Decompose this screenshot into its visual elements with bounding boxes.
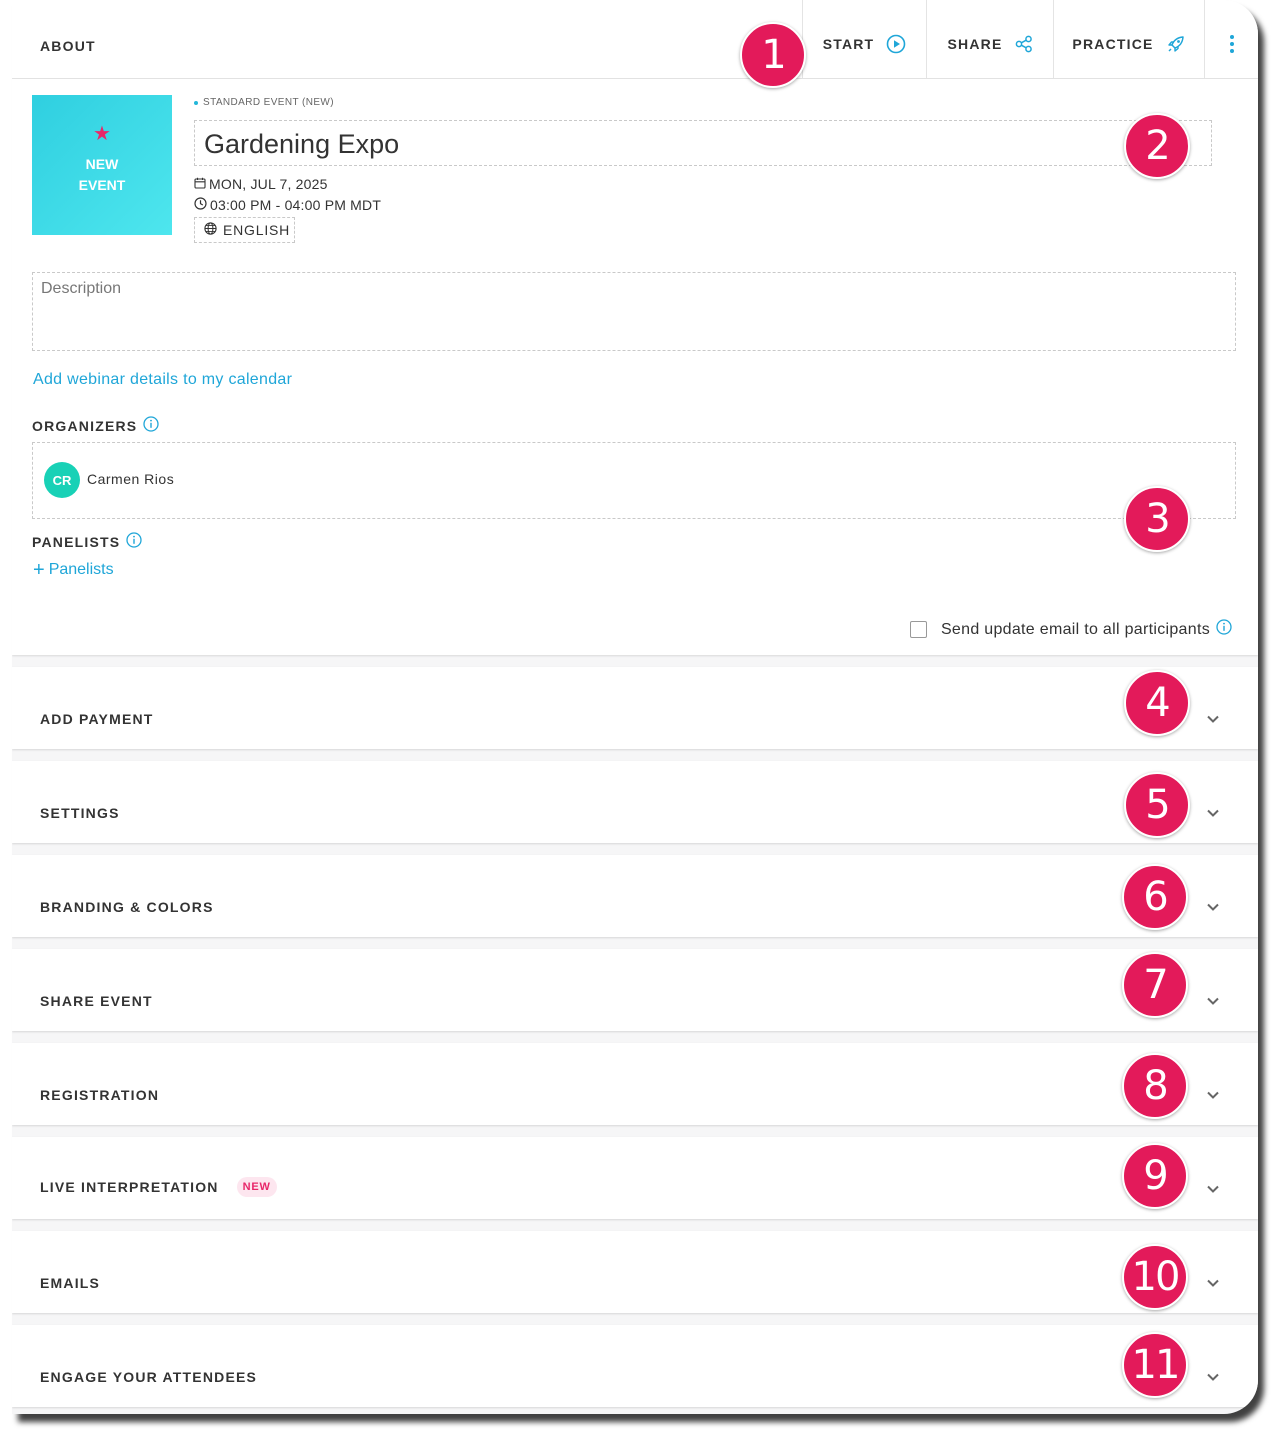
new-badge: NEW xyxy=(236,1177,277,1197)
section-label: REGISTRATION xyxy=(40,1087,159,1103)
calendar-icon xyxy=(194,176,206,192)
section-label: LIVE INTERPRETATION NEW xyxy=(40,1177,277,1197)
send-update-email-option: Send update email to all participants xyxy=(909,619,1232,640)
section-label-text: BRANDING & COLORS xyxy=(40,899,214,915)
section-label-text: EMAILS xyxy=(40,1275,101,1291)
section-label-text: ADD PAYMENT xyxy=(40,711,154,727)
add-to-calendar-link[interactable]: Add webinar details to my calendar xyxy=(33,371,292,389)
clock-icon xyxy=(194,197,207,213)
event-time[interactable]: 03:00 PM - 04:00 PM MDT xyxy=(194,197,381,213)
star-icon: ★ xyxy=(93,123,111,145)
section-registration[interactable]: REGISTRATION xyxy=(12,1043,1258,1125)
add-panelists-label: Panelists xyxy=(48,561,114,578)
description-input[interactable]: Description xyxy=(32,272,1236,351)
event-editor-window: ABOUT START SHARE PRACTICE ★ NEW EVENT S… xyxy=(12,0,1258,1414)
thumbnail-line-1: NEW xyxy=(85,156,119,172)
section-engage-attendees[interactable]: ENGAGE YOUR ATTENDEES xyxy=(12,1325,1258,1407)
section-label: SHARE EVENT xyxy=(40,993,153,1009)
page-title: ABOUT xyxy=(40,38,96,54)
callout-6: 6 xyxy=(1122,864,1188,930)
add-panelists-button[interactable]: + Panelists xyxy=(33,559,114,581)
start-label: START xyxy=(822,36,875,52)
panelists-label-text: PANELISTS xyxy=(32,533,121,550)
section-label-text: ENGAGE YOUR ATTENDEES xyxy=(40,1369,258,1385)
callout-1: 1 xyxy=(740,22,806,88)
callout-2: 2 xyxy=(1124,113,1190,179)
chevron-down-icon[interactable] xyxy=(1205,711,1221,732)
thumbnail-line-2: EVENT xyxy=(78,177,126,193)
event-thumbnail[interactable]: ★ NEW EVENT xyxy=(32,95,172,235)
globe-icon xyxy=(204,222,217,238)
organizer-name: Carmen Rios xyxy=(87,471,175,487)
share-button[interactable]: SHARE xyxy=(926,0,1053,78)
vertical-dots-icon xyxy=(1229,34,1235,54)
practice-button[interactable]: PRACTICE xyxy=(1053,0,1204,78)
language-text: ENGLISH xyxy=(223,222,291,238)
event-title-input[interactable]: Gardening Expo xyxy=(194,120,1212,166)
event-date-text: MON, JUL 7, 2025 xyxy=(209,176,328,192)
start-button[interactable]: START xyxy=(802,0,926,78)
section-share-event[interactable]: SHARE EVENT xyxy=(12,949,1258,1031)
event-time-text: 03:00 PM - 04:00 PM MDT xyxy=(210,197,382,213)
about-header: ABOUT START SHARE PRACTICE xyxy=(12,0,1258,79)
section-label: ENGAGE YOUR ATTENDEES xyxy=(40,1369,257,1385)
section-live-interpretation[interactable]: LIVE INTERPRETATION NEW xyxy=(12,1137,1258,1219)
section-emails[interactable]: EMAILS xyxy=(12,1231,1258,1313)
chevron-down-icon[interactable] xyxy=(1205,805,1221,826)
info-icon[interactable] xyxy=(126,532,142,551)
play-circle-icon xyxy=(886,34,906,54)
info-icon[interactable] xyxy=(1216,619,1232,640)
section-settings[interactable]: SETTINGS xyxy=(12,761,1258,843)
event-type-text: STANDARD EVENT (NEW) xyxy=(203,97,334,108)
panelists-label: PANELISTS xyxy=(32,532,142,551)
more-options-button[interactable] xyxy=(1204,0,1258,78)
section-label-text: REGISTRATION xyxy=(40,1087,160,1103)
section-label-text: SETTINGS xyxy=(40,805,120,821)
section-branding-colors[interactable]: BRANDING & COLORS xyxy=(12,855,1258,937)
rocket-icon xyxy=(1166,34,1186,54)
callout-10: 10 xyxy=(1122,1244,1188,1310)
chevron-down-icon[interactable] xyxy=(1205,993,1221,1014)
callout-7: 7 xyxy=(1122,952,1188,1018)
section-label: SETTINGS xyxy=(40,805,120,821)
section-label: ADD PAYMENT xyxy=(40,711,154,727)
event-date[interactable]: MON, JUL 7, 2025 xyxy=(194,176,328,192)
chevron-down-icon[interactable] xyxy=(1205,1181,1221,1202)
share-label: SHARE xyxy=(947,36,1003,52)
share-icon xyxy=(1015,35,1033,53)
section-label: BRANDING & COLORS xyxy=(40,899,214,915)
callout-9: 9 xyxy=(1122,1143,1188,1209)
info-icon[interactable] xyxy=(143,416,159,435)
organizers-list[interactable]: CR Carmen Rios xyxy=(32,442,1236,519)
organizers-label: ORGANIZERS xyxy=(32,416,159,435)
callout-8: 8 xyxy=(1122,1053,1188,1119)
send-update-email-checkbox[interactable] xyxy=(909,621,927,638)
organizers-label-text: ORGANIZERS xyxy=(32,417,138,434)
event-type-label: STANDARD EVENT (NEW) xyxy=(194,97,334,108)
chevron-down-icon[interactable] xyxy=(1205,1087,1221,1108)
section-label: EMAILS xyxy=(40,1275,100,1291)
send-update-email-label: Send update email to all participants xyxy=(940,620,1210,638)
practice-label: PRACTICE xyxy=(1072,36,1154,52)
event-type-dot-icon xyxy=(194,100,198,105)
language-selector[interactable]: ENGLISH xyxy=(194,217,295,243)
chevron-down-icon[interactable] xyxy=(1205,1275,1221,1296)
section-label-text: SHARE EVENT xyxy=(40,993,153,1009)
section-add-payment[interactable]: ADD PAYMENT xyxy=(12,667,1258,749)
callout-5: 5 xyxy=(1124,772,1190,838)
callout-3: 3 xyxy=(1124,486,1190,552)
chevron-down-icon[interactable] xyxy=(1205,899,1221,920)
avatar: CR xyxy=(44,462,80,498)
callout-4: 4 xyxy=(1124,670,1190,736)
callout-11: 11 xyxy=(1122,1332,1188,1398)
about-panel: ★ NEW EVENT STANDARD EVENT (NEW) Gardeni… xyxy=(12,79,1258,655)
section-label-text: LIVE INTERPRETATION xyxy=(40,1179,219,1195)
plus-icon: + xyxy=(33,559,45,581)
chevron-down-icon[interactable] xyxy=(1205,1369,1221,1390)
